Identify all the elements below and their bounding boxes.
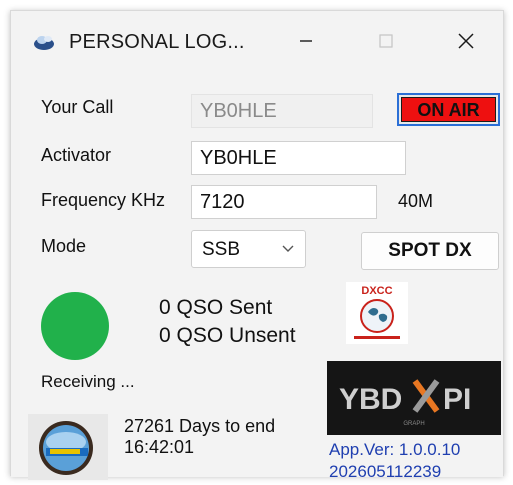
- qso-unsent: 0 QSO Unsent: [159, 324, 296, 347]
- mode-value: SSB: [202, 239, 241, 260]
- maximize-icon: [379, 34, 393, 48]
- frequency-label: Frequency KHz: [41, 190, 166, 210]
- qso-sent: 0 QSO Sent: [159, 296, 273, 319]
- ybdxpi-logo: YBD PI GRAPH: [327, 361, 501, 435]
- countdown-text: 27261 Days to end 16:42:01: [124, 416, 275, 458]
- profile-logo: [28, 414, 108, 480]
- chevron-down-icon: [282, 245, 294, 252]
- close-button[interactable]: [431, 11, 501, 71]
- close-icon: [458, 33, 474, 49]
- minimize-icon: [300, 40, 312, 42]
- days-to-end: 27261 Days to end: [124, 416, 276, 436]
- mode-select[interactable]: SSB: [191, 230, 306, 268]
- activator-field[interactable]: YB0HLE: [191, 141, 406, 175]
- app-window: PERSONAL LOG... Your Call YB0HLE ON AIR …: [10, 10, 504, 481]
- activator-label: Activator: [41, 145, 112, 165]
- mode-label: Mode: [41, 236, 87, 256]
- receiving-status: Receiving ...: [41, 372, 135, 391]
- ybdxpi-left: YBD: [339, 383, 402, 416]
- version-info: App.Ver: 1.0.0.10 202605112239: [329, 439, 460, 483]
- band-label: 40M: [398, 191, 434, 211]
- dxcc-text: DXCC: [361, 285, 392, 297]
- frequency-field[interactable]: 7120: [191, 185, 377, 219]
- status-indicator: [41, 292, 109, 360]
- app-icon: [34, 36, 54, 50]
- on-air-label: ON AIR: [401, 97, 496, 122]
- spot-dx-button[interactable]: SPOT DX: [361, 232, 499, 270]
- clock-time: 16:42:01: [124, 437, 195, 457]
- your-call-field: YB0HLE: [191, 94, 373, 128]
- build-number: 202605112239: [329, 462, 442, 481]
- app-version: App.Ver: 1.0.0.10: [329, 440, 461, 459]
- window-title: PERSONAL LOG...: [69, 31, 245, 53]
- maximize-button[interactable]: [351, 11, 421, 71]
- client-area: Your Call YB0HLE ON AIR Activator YB0HLE…: [11, 71, 503, 481]
- minimize-button[interactable]: [271, 11, 341, 71]
- ybdxpi-right: PI: [443, 383, 471, 416]
- on-air-button[interactable]: ON AIR: [397, 93, 500, 126]
- your-call-label: Your Call: [41, 97, 114, 117]
- ybdxpi-sub: GRAPH: [403, 421, 424, 427]
- title-bar[interactable]: PERSONAL LOG...: [11, 11, 503, 71]
- dxcc-logo: DXCC: [346, 282, 408, 344]
